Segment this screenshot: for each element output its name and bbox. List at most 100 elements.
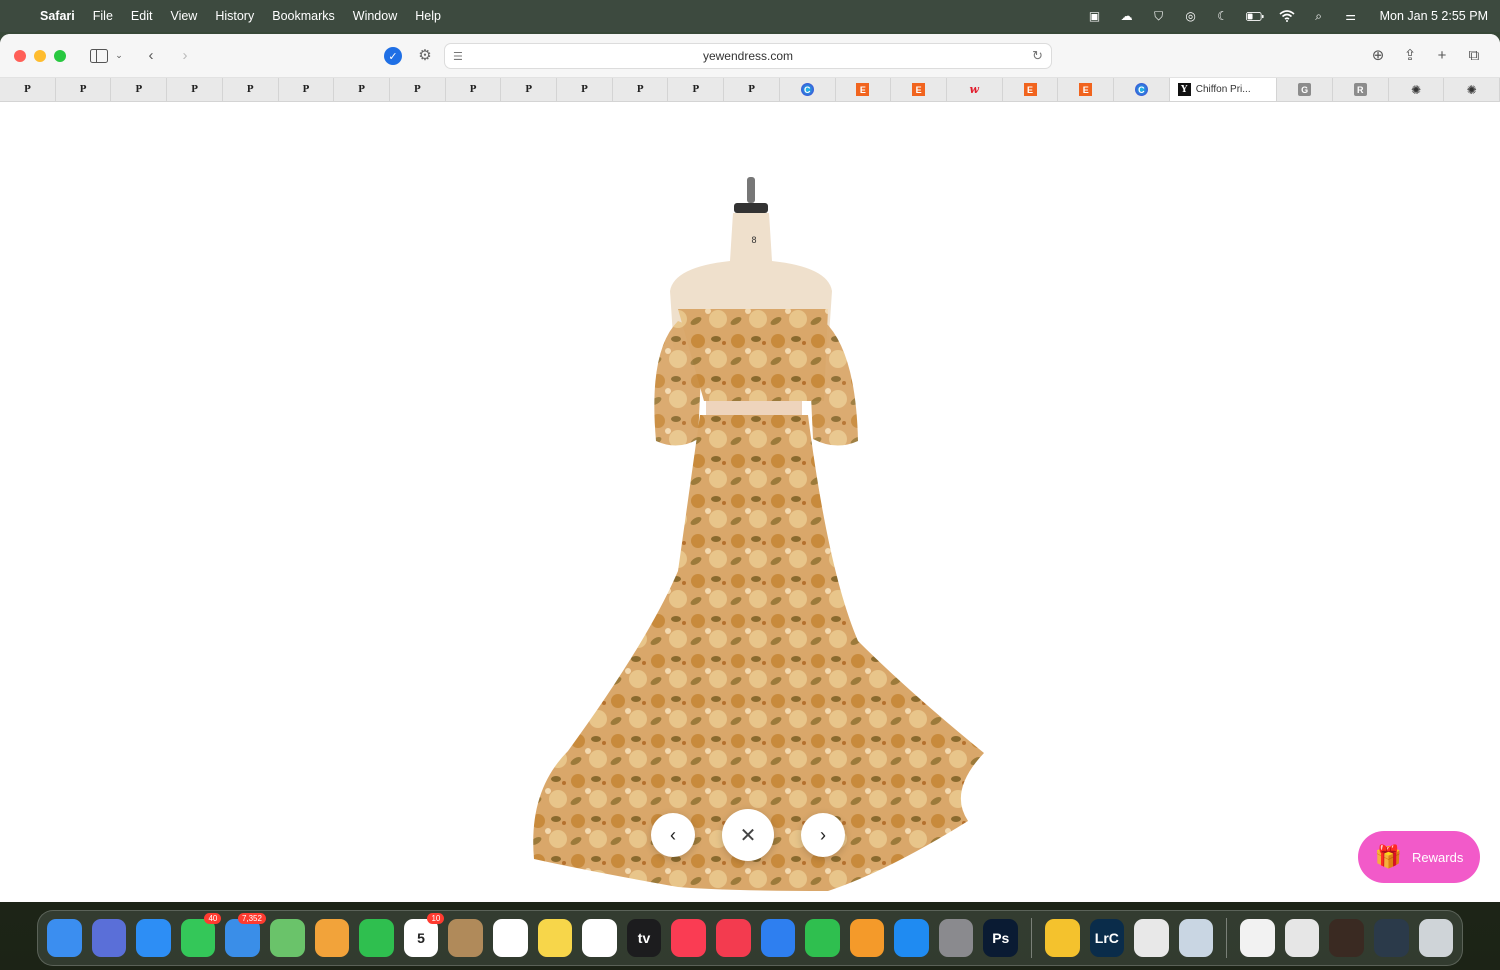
dock-preview-icon[interactable] [1178, 919, 1214, 957]
dock-freeform-icon[interactable] [582, 919, 617, 957]
menu-edit[interactable]: Edit [131, 9, 153, 23]
tab-overview-icon[interactable]: ⧉ [1462, 44, 1486, 66]
battery-icon[interactable] [1245, 9, 1264, 23]
dock-separator [1226, 918, 1228, 958]
prev-image-button[interactable]: ‹ [651, 813, 695, 857]
menu-help[interactable]: Help [415, 9, 441, 23]
dock-facetime-icon[interactable] [359, 919, 394, 957]
vpn-shield-icon[interactable]: ⛉ [1150, 9, 1168, 23]
tab[interactable]: P [446, 78, 502, 101]
minimize-window-button[interactable] [34, 49, 46, 62]
tab[interactable]: w [947, 78, 1003, 101]
tab[interactable]: P [56, 78, 112, 101]
url-text: yewendress.com [702, 49, 794, 63]
dock-photoshop-icon[interactable]: Ps [983, 919, 1019, 957]
menu-clock[interactable]: Mon Jan 5 2:55 PM [1380, 9, 1488, 23]
page-menu-icon[interactable]: ☰ [453, 50, 463, 63]
dock-numbers-icon[interactable] [805, 919, 840, 957]
tab[interactable]: ✺ [1444, 78, 1500, 101]
forward-button[interactable]: › [172, 45, 198, 67]
dock-music-icon[interactable] [671, 919, 706, 957]
address-bar[interactable]: ☰ yewendress.com ↻ [444, 43, 1052, 69]
tab[interactable]: P [111, 78, 168, 101]
dock-finder-icon[interactable] [47, 919, 82, 957]
cloud-sync-icon[interactable]: ☁ [1118, 9, 1136, 23]
reload-icon[interactable]: ↻ [1032, 48, 1043, 64]
new-tab-icon[interactable]: + [1430, 44, 1454, 66]
dock-contacts-icon[interactable] [448, 919, 483, 957]
tab[interactable]: G [1277, 78, 1333, 101]
dock-maps-icon[interactable] [269, 919, 305, 957]
control-center-icon[interactable]: ⚌ [1342, 9, 1360, 23]
tab[interactable]: P [613, 78, 669, 101]
dock-calendar-icon[interactable]: 5 10 [403, 913, 445, 957]
dock-system-settings-icon[interactable] [938, 919, 974, 957]
sidebar-menu-chevron-icon[interactable]: ⌄ [112, 45, 126, 67]
dock-chrome-icon[interactable] [1134, 919, 1169, 957]
dock-news-icon[interactable] [715, 919, 751, 957]
sidebar-toggle-icon[interactable] [86, 45, 112, 67]
tab[interactable]: E [891, 78, 947, 101]
dock-notes-icon[interactable] [537, 919, 573, 957]
tab[interactable]: P [390, 78, 446, 101]
close-window-button[interactable] [14, 49, 26, 62]
tab-favicon-icon: P [580, 84, 588, 95]
dock-safari-icon[interactable] [136, 919, 171, 957]
next-image-button[interactable]: › [801, 813, 845, 857]
tab[interactable]: E [1058, 78, 1115, 101]
dock-doc-thumb-2-icon[interactable] [1284, 919, 1320, 957]
downloads-icon[interactable]: ⊕ [1366, 44, 1390, 66]
tab-favicon-icon: E [856, 83, 870, 96]
dock-trash-icon[interactable] [1418, 919, 1454, 957]
back-button[interactable]: ‹ [138, 45, 164, 67]
dock-photo-thumb-icon[interactable] [1329, 919, 1365, 957]
tab[interactable]: R [1333, 78, 1389, 101]
tab-active[interactable]: Y Chiffon Pri... [1169, 78, 1278, 101]
dock-photos-icon[interactable] [314, 919, 350, 957]
focus-moon-icon[interactable]: ☾ [1214, 9, 1232, 23]
dock-tv-icon[interactable]: tv [626, 919, 662, 957]
close-lightbox-button[interactable]: ✕ [722, 809, 774, 861]
menu-view[interactable]: View [170, 9, 197, 23]
dock-ps-thumb-icon[interactable] [1374, 919, 1409, 957]
menu-app-name[interactable]: Safari [40, 9, 75, 23]
dock-pages-icon[interactable] [849, 919, 885, 957]
dock-app-store-icon[interactable] [894, 919, 929, 957]
tab[interactable]: P [167, 78, 223, 101]
tab[interactable]: P [668, 78, 725, 101]
dock-lightroom-classic-icon[interactable]: LrC [1089, 919, 1125, 957]
share-icon[interactable]: ⇪ [1398, 44, 1422, 66]
rewards-button[interactable]: 🎁 Rewards [1358, 831, 1480, 883]
zoom-window-button[interactable] [54, 49, 66, 62]
tab[interactable]: P [279, 78, 335, 101]
dock-keynote-icon[interactable] [760, 919, 796, 957]
tab[interactable]: ✺ [1389, 78, 1445, 101]
airdrop-icon[interactable]: ◎ [1182, 9, 1200, 23]
dock-mail-icon[interactable]: 7,352 [225, 913, 266, 957]
clipboard-icon[interactable]: ▣ [1086, 9, 1104, 23]
menu-history[interactable]: History [215, 9, 254, 23]
menu-window[interactable]: Window [353, 9, 397, 23]
tab[interactable]: P [0, 78, 56, 101]
dock-launchpad-icon[interactable] [91, 919, 127, 957]
dock-reminders-icon[interactable] [492, 919, 528, 957]
tab[interactable]: P [724, 78, 780, 101]
tab[interactable]: C [1114, 78, 1170, 101]
tab[interactable]: P [334, 78, 390, 101]
dock-sketch-icon[interactable] [1044, 919, 1080, 957]
menu-file[interactable]: File [93, 9, 113, 23]
tab[interactable]: C [780, 78, 836, 101]
dock-doc-thumb-1-icon[interactable] [1240, 919, 1275, 957]
extension-gear-icon[interactable]: ⚙ [416, 46, 434, 64]
dock-badge: 10 [427, 913, 445, 924]
tab[interactable]: E [836, 78, 892, 101]
menu-bookmarks[interactable]: Bookmarks [272, 9, 335, 23]
dock-messages-icon[interactable]: 40 [180, 913, 222, 957]
tab[interactable]: P [557, 78, 613, 101]
tab[interactable]: P [223, 78, 279, 101]
wifi-icon[interactable] [1278, 9, 1296, 23]
tab[interactable]: E [1003, 78, 1059, 101]
tab[interactable]: P [501, 78, 558, 101]
spotlight-search-icon[interactable]: ⌕ [1310, 9, 1328, 23]
extension-check-icon[interactable]: ✓ [384, 47, 402, 65]
